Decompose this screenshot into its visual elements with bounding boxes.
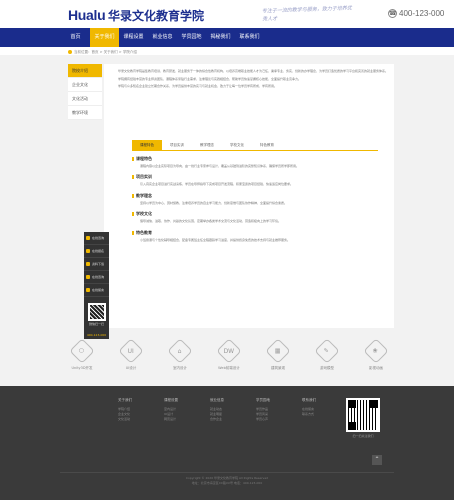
- product-icon: ✎: [314, 338, 340, 364]
- sidebar-item-culture[interactable]: 企业文化: [68, 78, 102, 92]
- chat-icon: [86, 236, 90, 240]
- qq-icon: [86, 275, 90, 279]
- footer-col-contact: 联系我们 在线留言 联系方式: [302, 398, 330, 422]
- footer-link[interactable]: 文化活动: [118, 417, 146, 422]
- footer-qr-label: 扫一扫关注我们: [352, 434, 374, 438]
- feature-web[interactable]: DW Web前端设计: [211, 338, 247, 371]
- intro-paragraph: 学院拥有经验丰富的专业师资团队，课程体系紧贴行业需求，注重理论与实践相结合，帮助…: [118, 76, 302, 81]
- page: Hualu 华录文化教育学院 专注于一流的教学与服务，致力于培养优秀人才 ☎ 4…: [0, 0, 454, 500]
- feature-unity[interactable]: ⬡ Unity3D开发: [64, 338, 100, 371]
- tool-message[interactable]: 在线留言: [84, 284, 109, 297]
- download-icon: [86, 262, 90, 266]
- main-nav: 首页 关于我们 课程设置 就业信息 学员园地 揭秘我们 联系我们: [0, 28, 454, 47]
- toolbar-qr: 微信扫一扫: [84, 297, 109, 331]
- logo-chinese[interactable]: 华录文化教育学院: [108, 7, 204, 24]
- content-tabs: 课程特色 项目实训 教学理念 学校文化 特色教育: [132, 139, 378, 151]
- section-title: 特色教育: [132, 230, 378, 236]
- art-icon: ❀: [363, 338, 389, 364]
- feature-ui[interactable]: UI UI设计: [113, 338, 149, 371]
- section-text: 课程内容以企业实际项目为导向，由一线行业专家参与设计，覆盖从基础到进阶的完整知识…: [140, 163, 300, 168]
- tool-consult-2[interactable]: 在线咨询: [84, 271, 109, 284]
- intro-paragraph: 学院与众多知名企业建立长期合作关系，为学员提供丰富的实习与就业机会，致力于让每一…: [118, 84, 278, 88]
- message-icon: [86, 288, 90, 292]
- qr-code-icon: [87, 302, 106, 321]
- footer-divider: [60, 472, 394, 473]
- back-to-top-button[interactable]: ⌃: [372, 455, 382, 465]
- header: Hualu 华录文化教育学院 专注于一流的教学与服务，致力于培养优秀人才 ☎ 4…: [0, 0, 454, 28]
- web-icon: DW: [216, 338, 242, 364]
- footer: 关于我们 学院介绍 企业文化 文化活动 课程设置 室内设计 UI设计 网页设计 …: [0, 386, 454, 500]
- feature-game-model[interactable]: ✎ 游戏模型: [309, 338, 345, 371]
- phone-icon: ☎: [388, 9, 397, 18]
- tab-course-features[interactable]: 课程特色: [132, 139, 162, 150]
- sidebar-item-activities[interactable]: 文化活动: [68, 92, 102, 106]
- section-list: 课程特色 课程内容以企业实际项目为导向，由一线行业专家参与设计，覆盖从基础到进阶…: [132, 156, 378, 244]
- main-content: 华录文化教育学院是集教育培训、教育研发、就业服务于一体的综合性教育机构，以培养高…: [104, 64, 394, 328]
- address-line: 地址：北京市海淀区XX路XX号 电话：400-123-000: [191, 481, 263, 485]
- section-title: 项目实训: [132, 174, 378, 180]
- location-icon: [68, 50, 72, 54]
- section-title: 教学理念: [132, 193, 378, 199]
- phone-number: 400-123-000: [399, 9, 445, 18]
- footer-qr-code: [346, 398, 380, 432]
- tab-school-culture[interactable]: 学校文化: [222, 140, 252, 150]
- sidebar-item-school-intro[interactable]: 院校介绍: [68, 64, 102, 78]
- feature-building[interactable]: ▦ 建筑景观: [260, 338, 296, 371]
- section-text: 坚持以学员为中心，因材施教，注重培养学员的自主学习能力、创新思维与团队协作精神，…: [140, 200, 288, 205]
- tab-teaching-philosophy[interactable]: 教学理念: [192, 140, 222, 150]
- intro-paragraph: 华录文化教育学院是集教育培训、教育研发、就业服务于一体的综合性教育机构，以培养高…: [118, 69, 389, 73]
- feature-icons: ⬡ Unity3D开发 UI UI设计 ⌂ 室内设计 DW Web前端设计 ▦ 建筑景观 …: [64, 338, 394, 371]
- section-title: 学校文化: [132, 211, 378, 217]
- footer-link[interactable]: 联系方式: [302, 412, 330, 417]
- nav-item-home[interactable]: 首页: [61, 28, 90, 47]
- section-title: 课程特色: [132, 156, 378, 162]
- footer-link[interactable]: 合作企业: [210, 417, 238, 422]
- nav-item-contact[interactable]: 联系我们: [235, 28, 264, 47]
- nav-item-reveal[interactable]: 揭秘我们: [206, 28, 235, 47]
- feature-animation[interactable]: ❀ 影视动画: [358, 338, 394, 371]
- sidebar: 院校介绍 企业文化 文化活动 教学环境: [68, 64, 102, 120]
- form-icon: [86, 249, 90, 253]
- section-text: 引入真实企业项目进行实战演练，学员在导师指导下完成项目开发流程，积累宝贵的项目经…: [140, 182, 294, 186]
- ui-icon: UI: [118, 338, 144, 364]
- breadcrumb: 当前位置：首页 > 关于我们 > 学院介绍: [68, 50, 137, 55]
- copyright: Copyright © 2020 华录文化教育学院 All Rights Res…: [0, 476, 454, 486]
- footer-col-courses: 课程设置 室内设计 UI设计 网页设计: [164, 398, 192, 422]
- section-text: 小班授课与个性化辅导相结合，配备专属班主任全程跟踪学习进度，并提供终身免费的技术…: [140, 237, 291, 242]
- toolbar-phone: 400-123-000: [86, 333, 107, 337]
- tab-special-education[interactable]: 特色教育: [252, 140, 282, 150]
- tab-project-training[interactable]: 项目实训: [162, 140, 192, 150]
- footer-col-about: 关于我们 学院介绍 企业文化 文化活动: [118, 398, 146, 422]
- section-text: 倡导诚信、进取、协作、共赢的文化氛围，定期举办各类学术交流与文化活动，营造积极向…: [140, 219, 282, 223]
- floating-toolbar: 在线咨询 在线报名 资料下载 在线咨询 在线留言 微信扫一扫 400-123-0…: [84, 232, 109, 339]
- qr-label: 微信扫一扫: [88, 321, 104, 326]
- tool-online-consult[interactable]: 在线咨询: [84, 232, 109, 245]
- interior-icon: ⌂: [167, 338, 193, 364]
- nav-item-courses[interactable]: 课程设置: [119, 28, 148, 47]
- nav-item-students[interactable]: 学员园地: [177, 28, 206, 47]
- footer-columns: 关于我们 学院介绍 企业文化 文化活动 课程设置 室内设计 UI设计 网页设计 …: [118, 398, 330, 422]
- footer-link[interactable]: 网页设计: [164, 417, 192, 422]
- logo-english[interactable]: Hualu: [68, 7, 106, 23]
- footer-col-students: 学员园地 学员作品 学员风采 学员心声: [256, 398, 284, 422]
- tool-online-apply[interactable]: 在线报名: [84, 245, 109, 258]
- slogan: 专注于一流的教学与服务，致力于培养优秀人才: [261, 5, 352, 23]
- phone-block: ☎ 400-123-000: [388, 9, 444, 18]
- building-icon: ▦: [265, 338, 291, 364]
- footer-col-jobs: 就业信息 就业动态 就业明星 合作企业: [210, 398, 238, 422]
- feature-interior[interactable]: ⌂ 室内设计: [162, 338, 198, 371]
- tool-download[interactable]: 资料下载: [84, 258, 109, 271]
- nav-item-jobs[interactable]: 就业信息: [148, 28, 177, 47]
- sidebar-item-environment[interactable]: 教学环境: [68, 106, 102, 120]
- footer-link[interactable]: 学员心声: [256, 417, 284, 422]
- hexagon-icon: ⬡: [69, 338, 95, 364]
- breadcrumb-text[interactable]: 当前位置：首页 > 关于我们 > 学院介绍: [74, 50, 137, 54]
- nav-item-about[interactable]: 关于我们: [90, 28, 119, 47]
